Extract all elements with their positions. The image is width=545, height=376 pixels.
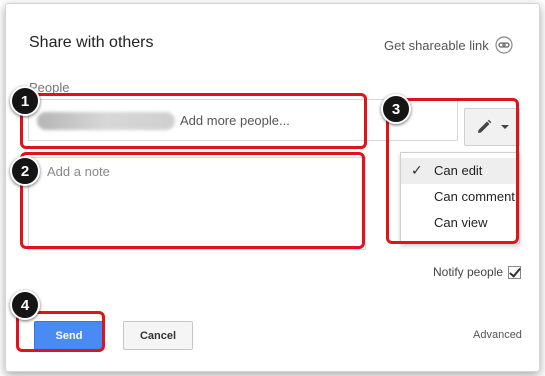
link-icon xyxy=(495,36,513,54)
note-placeholder: Add a note xyxy=(47,164,110,179)
menu-item-label: Can view xyxy=(434,215,488,230)
annotation-marker-1: 1 xyxy=(10,86,40,116)
person-chip[interactable] xyxy=(37,112,175,130)
pencil-icon xyxy=(478,119,492,133)
cancel-button[interactable]: Cancel xyxy=(123,321,193,350)
shareable-link-label: Get shareable link xyxy=(384,37,489,53)
notify-label: Notify people xyxy=(433,265,504,279)
people-placeholder: Add more people... xyxy=(180,113,290,128)
notify-checkbox[interactable] xyxy=(508,265,522,279)
send-button[interactable]: Send xyxy=(34,321,104,350)
annotation-marker-3: 3 xyxy=(381,94,411,124)
share-dialog: Share with others Get shareable link Peo… xyxy=(5,3,540,372)
menu-item-label: Can comment xyxy=(434,189,515,204)
menu-item-label: Can edit xyxy=(434,163,483,178)
note-textarea[interactable]: Add a note xyxy=(28,157,366,250)
annotation-marker-2: 2 xyxy=(10,156,40,186)
dialog-title: Share with others xyxy=(29,34,154,51)
menu-item-can-view[interactable]: Can view xyxy=(401,210,519,236)
permission-menu: ✓ Can edit Can comment Can view xyxy=(400,152,520,244)
chevron-down-icon xyxy=(501,125,509,129)
get-shareable-link[interactable]: Get shareable link xyxy=(384,36,513,54)
menu-item-can-comment[interactable]: Can comment xyxy=(401,184,519,210)
advanced-link[interactable]: Advanced xyxy=(473,329,522,341)
menu-item-can-edit[interactable]: ✓ Can edit xyxy=(401,158,519,184)
annotation-marker-4: 4 xyxy=(10,290,40,320)
notify-people[interactable]: Notify people xyxy=(433,265,522,279)
checkmark-icon: ✓ xyxy=(411,162,423,178)
permission-dropdown-button[interactable] xyxy=(464,108,520,146)
